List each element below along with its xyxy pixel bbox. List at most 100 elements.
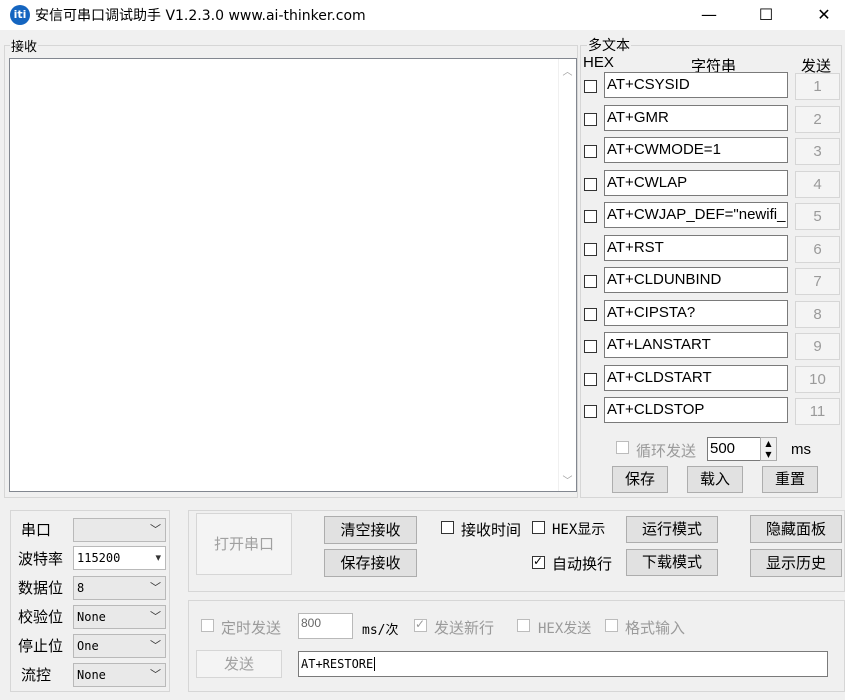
loop-send-label: 循环发送 [636,442,697,460]
multitext-send-button[interactable]: 5 [795,203,840,230]
hex-checkbox[interactable] [584,373,597,386]
auto-newline-label: 自动换行 [552,555,613,573]
multitext-string-input[interactable]: AT+CWMODE=1 [604,137,788,163]
chevron-down-icon: ﹀ [150,639,161,652]
chevron-down-icon: ﹀ [150,581,161,594]
hex-checkbox[interactable] [584,243,597,256]
send-button[interactable]: 发送 [196,650,282,678]
parity-select[interactable]: None ﹀ [73,605,166,629]
multitext-send-button[interactable]: 2 [795,106,840,133]
send-newline-label: 发送新行 [434,619,495,637]
chevron-down-icon: ﹀ [150,668,161,681]
databits-select[interactable]: 8 ﹀ [73,576,166,600]
multitext-string-input[interactable]: AT+CSYSID [604,72,788,98]
show-history-button[interactable]: 显示历史 [750,549,842,577]
multitext-send-button[interactable]: 9 [795,333,840,360]
hex-checkbox[interactable] [584,308,597,321]
receive-scrollbar[interactable]: ︿ ﹀ [558,59,576,491]
parity-label: 校验位 [18,608,64,626]
scroll-down-icon[interactable]: ﹀ [559,472,576,487]
multitext-string-input[interactable]: AT+CIPSTA? [604,300,788,326]
hex-checkbox[interactable] [584,178,597,191]
receive-textarea[interactable]: ︿ ﹀ [9,58,577,492]
loop-interval-spinner[interactable]: ▲ ▼ [760,437,777,461]
databits-label: 数据位 [18,579,64,597]
timed-interval-input[interactable]: 800 [298,613,353,639]
multitext-string-input[interactable]: AT+RST [604,235,788,261]
save-receive-button[interactable]: 保存接收 [324,549,417,577]
multitext-send-button[interactable]: 3 [795,138,840,165]
multitext-send-button[interactable]: 6 [795,236,840,263]
receive-label: 接收 [10,36,39,55]
multitext-string-input[interactable]: AT+CLDUNBIND [604,267,788,293]
hex-checkbox[interactable] [584,275,597,288]
multitext-label: 多文本 [587,35,631,55]
multitext-string-input[interactable]: AT+CWJAP_DEF="newifi_ [604,202,788,228]
window-title: 安信可串口调试助手 V1.2.3.0 www.ai-thinker.com [35,8,366,24]
send-text-input[interactable]: AT+RESTORE [298,651,828,677]
multitext-string-input[interactable]: AT+CWLAP [604,170,788,196]
multitext-string-input[interactable]: AT+GMR [604,105,788,131]
chevron-down-icon: ﹀ [150,610,161,623]
format-input-checkbox[interactable] [605,619,618,632]
spin-up-icon[interactable]: ▲ [765,439,771,448]
download-mode-button[interactable]: 下载模式 [626,549,718,576]
run-mode-button[interactable]: 运行模式 [626,516,718,543]
hex-display-label: HEX显示 [552,522,606,538]
loop-send-checkbox[interactable] [616,441,629,454]
stopbits-select[interactable]: One ﹀ [73,634,166,658]
multitext-string-input[interactable]: AT+CLDSTART [604,365,788,391]
flow-select[interactable]: None ﹀ [73,663,166,687]
hex-column-header: HEX [583,54,614,71]
hex-send-label: HEX发送 [538,621,592,637]
scroll-up-icon[interactable]: ︿ [559,63,576,78]
port-label: 串口 [21,521,52,539]
hex-checkbox[interactable] [584,405,597,418]
receive-time-label: 接收时间 [461,521,522,539]
interval-unit-label: ms/次 [362,623,399,638]
baud-label: 波特率 [18,550,64,568]
multitext-send-button[interactable]: 7 [795,268,840,295]
open-port-button[interactable]: 打开串口 [196,513,292,575]
loop-unit-label: ms [791,441,811,458]
multitext-send-button[interactable]: 4 [795,171,840,198]
hex-checkbox[interactable] [584,80,597,93]
multitext-send-button[interactable]: 8 [795,301,840,328]
multitext-string-input[interactable]: AT+LANSTART [604,332,788,358]
clear-receive-button[interactable]: 清空接收 [324,516,417,544]
dropdown-arrow-icon: ▾ [155,551,161,564]
auto-newline-checkbox[interactable] [532,554,545,569]
hex-send-checkbox[interactable] [517,619,530,632]
loop-interval-input[interactable]: 500 [707,437,761,461]
load-multitext-button[interactable]: 载入 [687,466,743,493]
hex-checkbox[interactable] [584,113,597,126]
port-select[interactable]: ﹀ [73,518,166,542]
text-cursor [374,657,376,671]
title-bar: iti 安信可串口调试助手 V1.2.3.0 www.ai-thinker.co… [0,0,845,30]
baud-select[interactable]: 115200 ▾ [73,546,166,570]
save-multitext-button[interactable]: 保存 [612,466,668,493]
hex-display-checkbox[interactable] [532,521,545,534]
send-newline-checkbox[interactable] [414,617,427,632]
close-button[interactable]: ✕ [801,0,845,30]
timed-send-label: 定时发送 [221,619,282,637]
app-logo-icon: iti [10,5,30,25]
multitext-send-button[interactable]: 10 [795,366,840,393]
maximize-button[interactable]: ☐ [743,0,789,30]
format-input-label: 格式输入 [625,619,686,637]
hex-checkbox[interactable] [584,210,597,223]
hex-checkbox[interactable] [584,340,597,353]
reset-multitext-button[interactable]: 重置 [762,466,818,493]
send-group [188,600,845,692]
receive-time-checkbox[interactable] [441,521,454,534]
timed-send-checkbox[interactable] [201,619,214,632]
multitext-send-button[interactable]: 11 [795,398,840,425]
hide-panel-button[interactable]: 隐藏面板 [750,515,842,543]
spin-down-icon[interactable]: ▼ [765,450,771,459]
flow-label: 流控 [21,666,52,684]
stopbits-label: 停止位 [18,637,64,655]
multitext-send-button[interactable]: 1 [795,73,840,100]
multitext-string-input[interactable]: AT+CLDSTOP [604,397,788,423]
minimize-button[interactable]: — [686,0,732,30]
hex-checkbox[interactable] [584,145,597,158]
